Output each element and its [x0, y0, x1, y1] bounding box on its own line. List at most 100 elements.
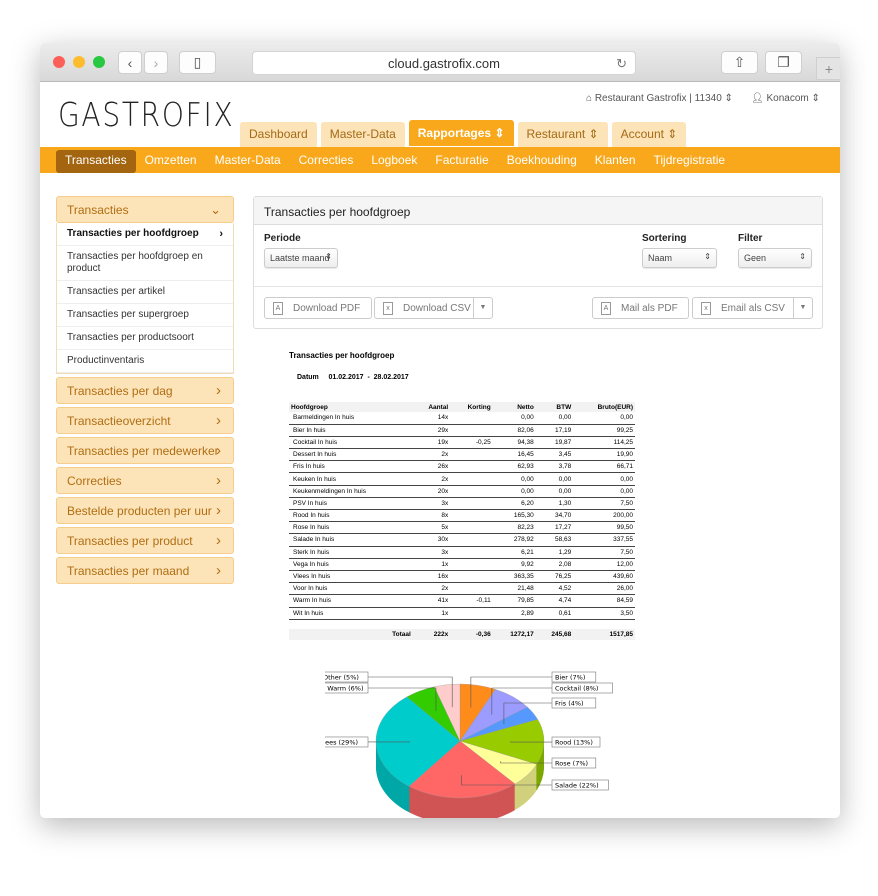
- close-window-button[interactable]: [53, 56, 65, 68]
- table-cell: [450, 472, 493, 486]
- sidebar-section[interactable]: Transacties per dag ›: [56, 377, 234, 404]
- tab-label: Rapportages: [417, 126, 492, 140]
- mail-pdf-button[interactable]: A Mail als PDF: [592, 297, 689, 319]
- table-cell: 3,50: [573, 607, 635, 620]
- sidebar-toggle-icon[interactable]: ▯: [179, 51, 216, 74]
- total-cell: -0,36: [450, 629, 493, 641]
- back-icon[interactable]: ‹: [118, 51, 142, 74]
- sidebar-section[interactable]: Transacties per medewerker ›: [56, 437, 234, 464]
- tab-master-data[interactable]: Master-Data: [320, 122, 405, 147]
- sortering-label: Sortering: [642, 233, 687, 244]
- address-bar[interactable]: cloud.gastrofix.com ↻: [252, 51, 636, 75]
- table-cell: 0,00: [492, 412, 536, 425]
- download-pdf-button[interactable]: A Download PDF: [264, 297, 372, 319]
- tab-account[interactable]: Account ⇕: [611, 122, 687, 147]
- table-cell: 2x: [412, 448, 451, 462]
- table-cell: 26x: [412, 460, 451, 474]
- minimize-window-button[interactable]: [73, 56, 85, 68]
- table-cell: 58,63: [535, 533, 574, 547]
- total-cell: 222x: [412, 629, 451, 641]
- nav-correcties[interactable]: Correcties: [290, 150, 363, 173]
- table-cell: 0,00: [535, 485, 574, 498]
- tabs-icon[interactable]: ❐: [765, 51, 802, 74]
- sidebar-section-transacties[interactable]: Transacties ⌄: [56, 196, 234, 223]
- table-cell: -0,25: [450, 436, 493, 450]
- table-cell: Voor In huis: [289, 582, 413, 596]
- nav-facturatie[interactable]: Facturatie: [426, 150, 497, 173]
- table-cell: 19,90: [573, 448, 635, 462]
- table-cell: 66,71: [573, 460, 635, 474]
- sidebar-item[interactable]: Transacties per supergroep: [57, 304, 233, 327]
- table-cell: 1,30: [535, 497, 574, 511]
- restaurant-selector[interactable]: ⌂ Restaurant Gastrofix | 11340 ⇕: [586, 93, 733, 104]
- table-cell: 9,92: [492, 558, 536, 571]
- table-cell: Salade In huis: [289, 533, 413, 547]
- pie-label: Rood (13%): [555, 739, 593, 747]
- table-row: Warm In huis 41x -0,11 79,85 4,74 84,59: [289, 594, 635, 608]
- tab-restaurant[interactable]: Restaurant ⇕: [517, 122, 608, 147]
- sidebar-item-label: Transacties per productsoort: [67, 332, 194, 343]
- report-table: Hoofdgroep Aantal Korting Netto BTW Bruto(EUR…: [289, 402, 635, 641]
- table-row: Fris In huis 26x 62,93 3,78 66,71: [289, 460, 635, 474]
- pie-label: Rose (7%): [555, 760, 588, 768]
- sidebar-item[interactable]: Transacties per productsoort: [57, 327, 233, 350]
- nav-transacties[interactable]: Transacties: [56, 150, 136, 173]
- table-cell: [450, 558, 493, 571]
- table-cell: Wit In huis: [289, 607, 413, 620]
- table-cell: 1x: [412, 558, 451, 571]
- table-cell: 21,48: [492, 582, 536, 596]
- table-cell: 41x: [412, 594, 451, 608]
- tab-rapportages[interactable]: Rapportages ⇕: [408, 120, 514, 146]
- sidebar-item-label: Productinventaris: [67, 355, 145, 366]
- pie-label: Cocktail (8%): [555, 685, 598, 693]
- table-cell: 0,00: [492, 472, 536, 486]
- filter-select[interactable]: Geen ⇕: [738, 248, 812, 268]
- nav-omzetten[interactable]: Omzetten: [136, 150, 206, 173]
- sidebar-section[interactable]: Transacties per maand ›: [56, 557, 234, 584]
- new-tab-icon[interactable]: +: [816, 57, 840, 80]
- pie-chart: Bier (7%) Cocktail (8%) Fris (4%) Rood (13%…: [325, 671, 613, 818]
- select-arrows-icon: ⇕: [799, 252, 806, 261]
- nav-logboek[interactable]: Logboek: [362, 150, 426, 173]
- nav-master-data[interactable]: Master-Data: [206, 150, 290, 173]
- share-icon[interactable]: ⇧: [721, 51, 758, 74]
- reload-icon[interactable]: ↻: [616, 52, 627, 75]
- download-csv-button[interactable]: x Download CSV: [374, 297, 474, 319]
- sidebar-item[interactable]: Productinventaris: [57, 350, 233, 373]
- table-cell: 99,25: [573, 424, 635, 437]
- nav-tijdregistratie[interactable]: Tijdregistratie: [645, 150, 735, 173]
- sidebar: Transacties ⌄ Transacties per hoofdgroep ›…: [56, 196, 234, 587]
- table-cell: 2x: [412, 582, 451, 596]
- table-cell: 12,00: [573, 558, 635, 571]
- table-cell: 19x: [412, 436, 451, 450]
- sortering-select[interactable]: Naam ⇕: [642, 248, 717, 268]
- table-cell: [450, 412, 493, 425]
- periode-select[interactable]: Laatste maand ⇕: [264, 248, 338, 268]
- download-dropdown-caret[interactable]: ▼: [473, 297, 493, 319]
- nav-klanten[interactable]: Klanten: [586, 150, 645, 173]
- tab-dashboard[interactable]: Dashboard: [240, 122, 317, 147]
- forward-icon[interactable]: ›: [144, 51, 168, 74]
- mail-dropdown-caret[interactable]: ▼: [793, 297, 813, 319]
- table-cell: 79,85: [492, 594, 536, 608]
- sidebar-section[interactable]: Correcties ›: [56, 467, 234, 494]
- sidebar-item[interactable]: Transacties per hoofdgroep en product: [57, 246, 233, 281]
- sidebar-item[interactable]: Transacties per artikel: [57, 281, 233, 304]
- tab-label: Master-Data: [329, 127, 396, 141]
- table-cell: 200,00: [573, 509, 635, 523]
- user-menu[interactable]: 👤︎ Konacom ⇕: [751, 93, 820, 104]
- table-cell: Barmeldingen In huis: [289, 412, 413, 425]
- email-csv-button[interactable]: x Email als CSV: [692, 297, 794, 319]
- table-cell: 4,52: [535, 582, 574, 596]
- table-cell: 7,50: [573, 546, 635, 559]
- sidebar-section[interactable]: Transacties per product ›: [56, 527, 234, 554]
- table-row: Wit In huis 1x 2,89 0,61 3,50: [289, 607, 635, 620]
- nav-boekhouding[interactable]: Boekhouding: [498, 150, 586, 173]
- sidebar-item[interactable]: Transacties per hoofdgroep ›: [57, 223, 233, 246]
- table-cell: 1,29: [535, 546, 574, 559]
- sidebar-section[interactable]: Transactieoverzicht ›: [56, 407, 234, 434]
- table-row: Keuken In huis 2x 0,00 0,00 0,00: [289, 472, 635, 486]
- maximize-window-button[interactable]: [93, 56, 105, 68]
- sidebar-section[interactable]: Bestelde producten per uur ›: [56, 497, 234, 524]
- table-cell: 114,25: [573, 436, 635, 450]
